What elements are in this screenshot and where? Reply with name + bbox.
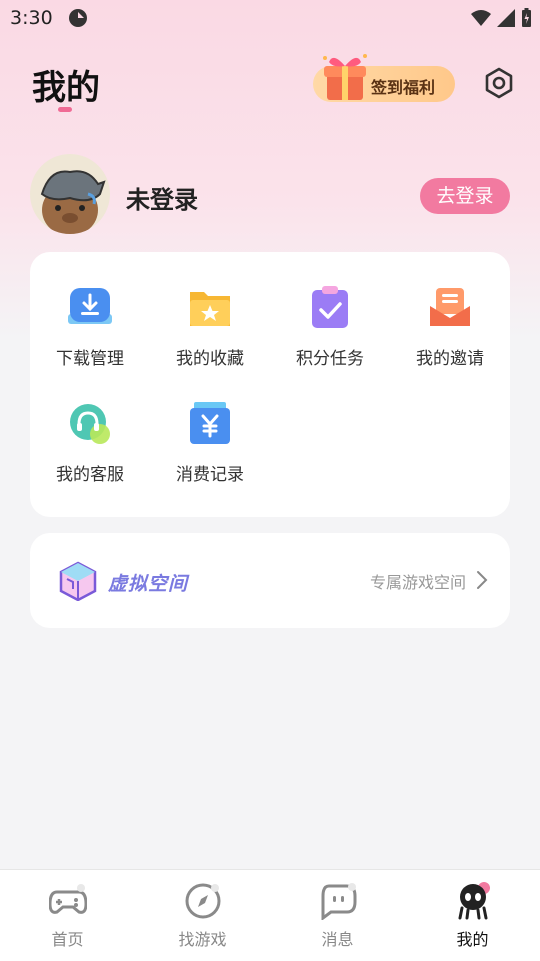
feature-label: 下载管理 <box>56 349 124 369</box>
signal-icon <box>497 9 515 27</box>
virtual-space-link[interactable]: 专属游戏空间 <box>370 569 466 593</box>
feature-grid-card: 下载管理 我的收藏 积分任务 我的邀请 我的客服 消费记录 <box>30 252 510 517</box>
status-bar: 3:30 <box>0 0 540 36</box>
virtual-space-card[interactable]: 虚拟空间 专属游戏空间 <box>30 533 510 628</box>
feature-download-manager[interactable]: 下载管理 <box>30 252 150 369</box>
username: 未登录 <box>126 186 198 214</box>
virtual-cube-icon <box>59 561 97 601</box>
feature-label: 我的邀请 <box>416 349 484 369</box>
star-folder-icon <box>190 292 230 326</box>
profile-section: 未登录 去登录 <box>0 150 540 240</box>
feature-my-invites[interactable]: 我的邀请 <box>390 252 510 369</box>
title-indicator <box>58 107 72 112</box>
feature-spending-records[interactable]: 消费记录 <box>150 368 270 485</box>
tab-find-games[interactable]: 找游戏 <box>135 870 270 961</box>
avatar[interactable] <box>30 154 110 234</box>
feature-my-favorites[interactable]: 我的收藏 <box>150 252 270 369</box>
status-time: 3:30 <box>10 7 53 29</box>
download-icon <box>68 288 112 324</box>
feature-label: 我的客服 <box>56 465 124 485</box>
feature-points-tasks[interactable]: 积分任务 <box>270 252 390 369</box>
bottom-tab-bar: 首页 找游戏 消息 我的 <box>0 869 540 961</box>
virtual-space-name: 虚拟空间 <box>108 573 189 595</box>
headset-icon <box>70 404 110 444</box>
gift-icon <box>323 54 367 100</box>
feature-label: 我的收藏 <box>176 349 244 369</box>
tab-label: 首页 <box>51 930 84 949</box>
feature-label: 消费记录 <box>176 465 244 485</box>
login-button[interactable]: 去登录 <box>420 178 510 214</box>
tab-profile[interactable]: 我的 <box>405 870 540 961</box>
status-icons <box>471 8 532 28</box>
tab-label: 消息 <box>321 930 354 949</box>
wifi-icon <box>471 10 491 26</box>
capybara-avatar-icon <box>40 170 106 234</box>
invite-mail-icon <box>430 288 470 326</box>
tab-messages[interactable]: 消息 <box>270 870 405 961</box>
tab-label: 找游戏 <box>178 930 227 949</box>
yen-receipt-icon <box>190 402 230 444</box>
chevron-right-icon <box>477 571 488 589</box>
sign-in-reward-button[interactable]: 签到福利 <box>313 54 455 102</box>
sign-in-reward-label: 签到福利 <box>371 78 436 97</box>
settings-gear-icon[interactable] <box>482 66 516 100</box>
chat-icon <box>321 883 357 920</box>
gamepad-icon <box>49 884 87 914</box>
app-notification-icon <box>69 9 87 27</box>
feature-label: 积分任务 <box>296 349 364 369</box>
battery-icon <box>522 8 531 27</box>
profile-icon <box>458 882 490 920</box>
task-clipboard-icon <box>312 286 348 328</box>
page-title: 我的 <box>32 68 100 108</box>
tab-home[interactable]: 首页 <box>0 870 135 961</box>
compass-icon <box>185 883 221 919</box>
feature-customer-service[interactable]: 我的客服 <box>30 368 150 485</box>
tab-label: 我的 <box>456 930 489 949</box>
